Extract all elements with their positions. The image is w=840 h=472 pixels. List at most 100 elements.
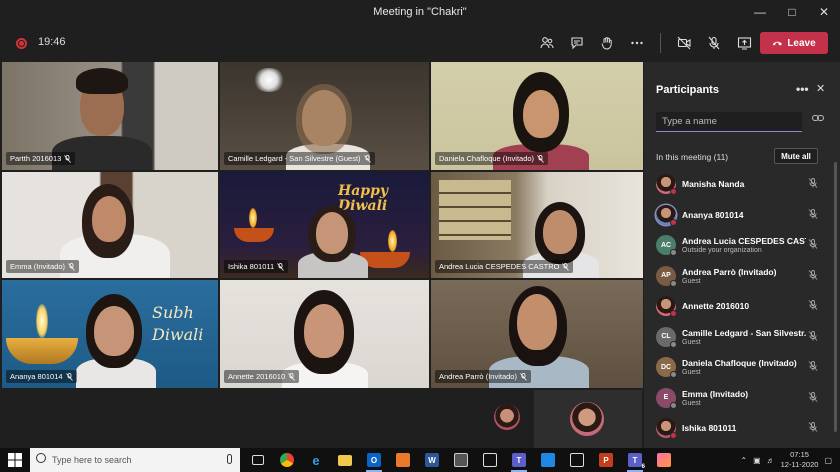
microphone-icon[interactable]	[227, 454, 232, 464]
mic-off-icon[interactable]	[808, 208, 818, 219]
participants-icon[interactable]	[532, 28, 562, 58]
participant-name: Daniela Chafloque (Invitado)	[682, 358, 797, 368]
mic-off-icon	[68, 262, 75, 271]
participant-row[interactable]: Ishika 801011	[644, 412, 834, 442]
leave-button[interactable]: Leave	[760, 32, 828, 54]
word-icon[interactable]: W	[420, 448, 444, 472]
presence-status-icon	[670, 401, 677, 409]
video-tile[interactable]: Happy Diwali Ishika 801011	[220, 172, 429, 278]
file-explorer-icon[interactable]	[333, 448, 357, 472]
participant-name: Andrea Lucia CESPEDES CAST...	[682, 236, 806, 246]
chandelier-decor	[252, 68, 286, 92]
presence-status-icon	[670, 218, 677, 226]
participant-row[interactable]: AP Andrea Parrò (Invitado) Guest	[644, 260, 834, 290]
more-options-icon[interactable]: •••	[796, 82, 809, 96]
share-screen-icon[interactable]	[729, 28, 759, 58]
network-icon[interactable]: ▣	[753, 456, 761, 465]
scrollbar[interactable]	[834, 162, 837, 432]
participant-row[interactable]: Manisha Nanda	[644, 168, 834, 198]
close-icon[interactable]: ✕	[816, 82, 825, 95]
participant-name: Emma (Invitado)	[682, 388, 749, 399]
powerpoint-icon[interactable]: P	[594, 448, 618, 472]
video-tile[interactable]: Partth 2016013	[2, 62, 218, 170]
diya-lamp	[234, 228, 274, 242]
edge-icon[interactable]: e	[304, 448, 328, 472]
windows-start-icon[interactable]	[8, 453, 22, 467]
toolbar-divider	[660, 33, 661, 53]
tile-name-label: Ishika 801011	[224, 260, 289, 273]
raise-hand-icon[interactable]	[592, 28, 622, 58]
more-actions-icon[interactable]	[622, 28, 652, 58]
camera-off-icon[interactable]	[669, 28, 699, 58]
volume-icon[interactable]: ♬	[767, 456, 775, 465]
mic-off-icon[interactable]	[808, 330, 818, 341]
window-title: Meeting in "Chakri"	[373, 6, 467, 18]
mic-off-icon[interactable]	[808, 361, 818, 371]
video-tile[interactable]: Camille Ledgard - San Silvestre (Guest)	[220, 62, 429, 170]
video-tile[interactable]: Annette 2016010	[220, 280, 429, 388]
participant-figure	[517, 294, 557, 350]
teams-icon[interactable]: T	[507, 448, 531, 472]
video-tile[interactable]: Subh Diwali Ananya 801014	[2, 280, 218, 388]
snipping-tool-icon[interactable]	[565, 448, 589, 472]
participant-figure	[76, 68, 128, 94]
video-tile[interactable]: Andrea Parrò (Invitado)	[431, 280, 643, 388]
video-tile[interactable]: Daniela Chafloque (Invitado)	[431, 62, 643, 170]
mic-off-icon[interactable]	[808, 178, 818, 188]
teams-meeting-icon[interactable]: T6	[623, 448, 647, 472]
maximize-icon[interactable]: □	[776, 0, 808, 24]
phone-hangup-icon	[773, 41, 783, 46]
mic-off-icon	[277, 262, 284, 271]
participant-subtitle: Guest	[682, 399, 701, 407]
meeting-timer: 19:46	[38, 36, 66, 48]
chevron-up-icon[interactable]: ⌃	[740, 456, 747, 465]
mic-off-icon[interactable]	[808, 239, 818, 249]
taskbar-search-input[interactable]: Type here to search	[30, 448, 240, 472]
recording-icon	[16, 38, 27, 49]
participant-row[interactable]: Ananya 801014	[644, 199, 834, 229]
participant-row[interactable]: AC Andrea Lucia CESPEDES CAST... Outside y…	[644, 229, 834, 259]
mic-off-icon[interactable]	[808, 300, 818, 310]
chrome-icon[interactable]	[275, 448, 299, 472]
participant-figure	[304, 304, 344, 358]
video-tile[interactable]: Emma (Invitado)	[2, 172, 218, 278]
mic-off-icon[interactable]	[808, 422, 818, 432]
task-view-icon[interactable]	[246, 448, 270, 472]
participant-avatar[interactable]	[494, 404, 520, 430]
mic-off-icon[interactable]	[699, 28, 729, 58]
mic-off-icon[interactable]	[808, 269, 818, 280]
paint-icon[interactable]	[391, 448, 415, 472]
tile-name-label: Andrea Parrò (Invitado)	[435, 370, 531, 383]
notifications-icon[interactable]: ▢	[824, 456, 832, 465]
video-tile[interactable]: Andrea Lucia CESPEDES CASTRO	[431, 172, 643, 278]
presence-status-icon	[670, 340, 677, 348]
minimize-icon[interactable]: —	[744, 0, 776, 24]
participant-search-input[interactable]: Type a name	[656, 112, 802, 132]
close-icon[interactable]: ✕	[808, 0, 840, 24]
meeting-controls	[532, 24, 759, 62]
share-link-icon[interactable]	[812, 114, 824, 125]
participant-figure	[523, 90, 559, 138]
mic-off-icon[interactable]	[808, 391, 818, 402]
tile-name-label: Andrea Lucia CESPEDES CASTRO	[435, 260, 574, 273]
in-meeting-section-label[interactable]: In this meeting (11)	[656, 152, 728, 162]
participant-figure	[543, 210, 577, 254]
calculator-icon[interactable]	[449, 448, 473, 472]
self-preview[interactable]	[534, 390, 642, 448]
presence-status-icon	[670, 432, 677, 439]
participant-row[interactable]: E Emma (Invitado) Guest	[644, 382, 834, 412]
camera-app-icon[interactable]	[652, 448, 676, 472]
calendar-icon[interactable]	[478, 448, 502, 472]
tile-name-label: Annette 2016010	[224, 370, 300, 383]
participant-row[interactable]: Annette 2016010	[644, 290, 834, 320]
participant-figure	[296, 84, 352, 154]
taskbar-clock[interactable]: 07:15 12-11-2020	[781, 450, 819, 470]
participant-row[interactable]: DC Daniela Chafloque (Invitado) Guest	[644, 351, 834, 381]
tile-name-label: Partth 2016013	[6, 152, 76, 165]
outlook-icon[interactable]: O	[362, 448, 386, 472]
mute-all-button[interactable]: Mute all	[774, 148, 818, 164]
participant-row[interactable]: CL Camille Ledgard - San Silvestr... Guest	[644, 321, 834, 351]
system-tray: ⌃ ▣ ♬ 07:15 12-11-2020 ▢	[740, 448, 832, 472]
photos-icon[interactable]	[536, 448, 560, 472]
chat-icon[interactable]	[562, 28, 592, 58]
